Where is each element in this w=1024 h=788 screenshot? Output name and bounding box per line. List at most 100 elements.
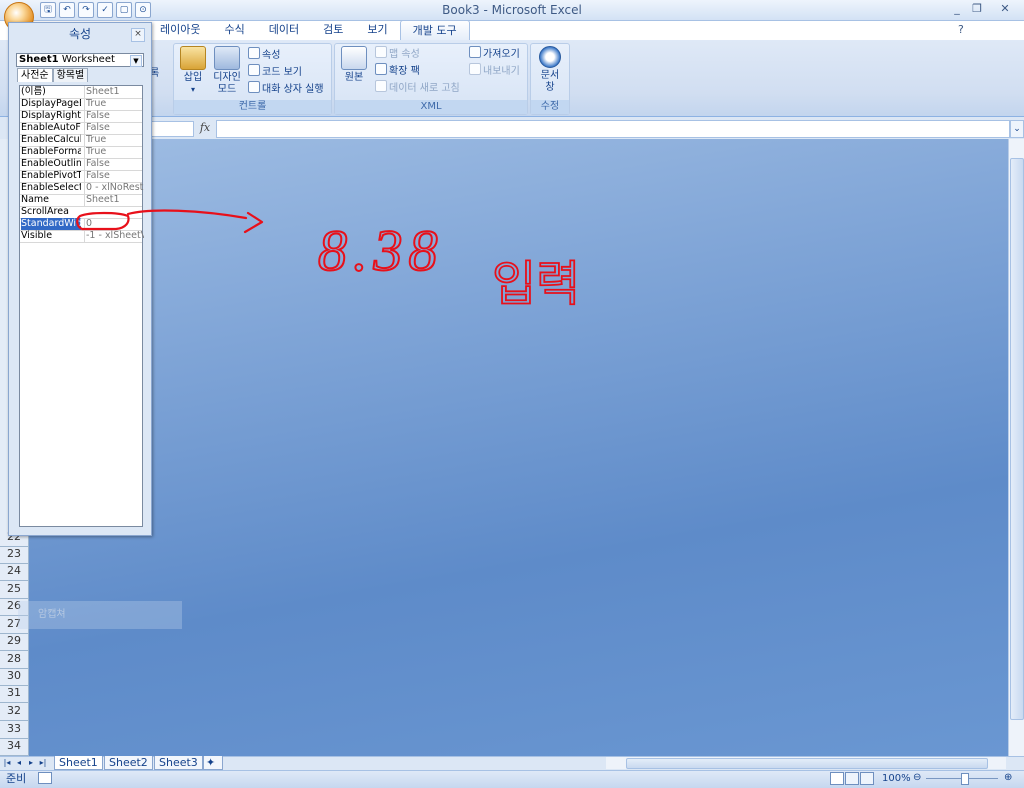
row-header[interactable]: 24 <box>0 562 28 581</box>
expansion-packs-label: 확장 팩 <box>389 66 420 77</box>
refresh-data-button[interactable]: 데이터 새로 고침 <box>375 80 460 95</box>
refresh-data-icon <box>375 80 387 92</box>
zoom-out-icon[interactable]: ⊖ <box>913 772 921 783</box>
minimize-button[interactable]: _ <box>946 1 968 17</box>
document-panel-button[interactable]: 문서 창 <box>533 46 567 94</box>
xml-source-button[interactable]: 원본 <box>337 46 371 84</box>
chevron-down-icon[interactable]: ▼ <box>130 55 142 67</box>
property-value[interactable]: False <box>84 170 144 182</box>
map-properties-label: 맵 속성 <box>389 49 420 60</box>
tab-page-layout[interactable]: 레이아웃 <box>148 20 212 40</box>
properties-tabs: 사전순 항목별 <box>17 68 89 82</box>
run-dialog-label: 대화 상자 실행 <box>262 84 324 95</box>
object-selector[interactable]: Sheet1 Worksheet ▼ <box>16 53 144 67</box>
insert-function-button[interactable]: fx <box>196 120 214 136</box>
property-name: EnableSelection <box>21 182 81 193</box>
document-panel-label-2: 창 <box>545 82 555 93</box>
zoom-in-icon[interactable]: ⊕ <box>1004 772 1012 783</box>
map-properties-icon <box>375 46 387 58</box>
view-code-icon <box>248 64 260 76</box>
close-button[interactable]: ✕ <box>994 1 1016 17</box>
row-header[interactable]: 29 <box>0 632 28 651</box>
map-properties-button[interactable]: 맵 속성 <box>375 46 420 61</box>
ribbon-tabs: 레이아웃 수식 데이터 검토 보기 개발 도구 <box>148 20 470 41</box>
row-header[interactable]: 34 <box>0 737 28 756</box>
next-sheet-icon[interactable]: ▸ <box>26 757 36 769</box>
view-code-button[interactable]: 코드 보기 <box>248 64 302 79</box>
property-value[interactable]: -1 - xlSheetVisible <box>84 230 144 242</box>
toolbox-icon <box>180 46 206 70</box>
import-label: 가져오기 <box>483 49 520 60</box>
zoom-level[interactable]: 100% <box>882 771 911 786</box>
property-name: DisplayPageBreaks <box>21 98 81 109</box>
property-name: EnablePivotTable <box>21 170 81 181</box>
tab-view[interactable]: 보기 <box>355 20 399 40</box>
object-type: Worksheet <box>61 54 115 65</box>
normal-view-icon[interactable] <box>830 772 844 785</box>
page-break-view-icon[interactable] <box>860 772 874 785</box>
property-name: EnableFormatConditionsCalculation <box>21 146 81 157</box>
row-header[interactable]: 32 <box>0 702 28 721</box>
restore-button[interactable]: ❐ <box>966 1 988 17</box>
last-sheet-icon[interactable]: ▸| <box>38 757 48 769</box>
view-code-label: 코드 보기 <box>262 67 302 78</box>
property-value[interactable]: False <box>84 158 144 170</box>
design-mode-button[interactable]: 디자인 모드 <box>210 46 244 96</box>
object-name: Sheet1 <box>19 54 59 65</box>
property-value[interactable]: 0 <box>84 218 144 230</box>
page-layout-view-icon[interactable] <box>845 772 859 785</box>
property-name: EnableOutlining <box>21 158 81 169</box>
tab-categorized[interactable]: 항목별 <box>52 68 89 82</box>
tab-developer[interactable]: 개발 도구 <box>399 20 470 41</box>
tab-formulas[interactable]: 수식 <box>212 20 256 40</box>
export-label: 내보내기 <box>483 66 520 77</box>
export-button[interactable]: 내보내기 <box>469 63 520 78</box>
property-name: EnableAutoFilter <box>21 122 81 133</box>
tab-data[interactable]: 데이터 <box>257 20 311 40</box>
horizontal-scroll-thumb[interactable] <box>626 758 988 769</box>
property-value[interactable]: Sheet1 <box>84 194 144 206</box>
row-header[interactable]: 31 <box>0 684 28 703</box>
prev-sheet-icon[interactable]: ◂ <box>14 757 24 769</box>
expansion-packs-icon <box>375 63 387 75</box>
run-dialog-button[interactable]: 대화 상자 실행 <box>248 81 324 96</box>
tab-review[interactable]: 검토 <box>311 20 355 40</box>
tab-alphabetic[interactable]: 사전순 <box>17 68 53 82</box>
property-row[interactable]: Visible -1 - xlSheetVisible <box>20 230 144 243</box>
property-name: DisplayRightToLeft <box>21 110 81 121</box>
property-value[interactable]: True <box>84 146 144 158</box>
property-value[interactable]: True <box>84 134 144 146</box>
group-modify: 문서 창 수정 <box>530 43 570 115</box>
properties-button[interactable]: 속성 <box>248 47 280 62</box>
sheet-tab-sheet1[interactable]: Sheet1 <box>54 756 103 770</box>
group-xml: 원본 맵 속성 확장 팩 데이터 새로 고침 가져오기 내보내기 XML <box>334 43 528 115</box>
sheet-tab-sheet2[interactable]: Sheet2 <box>104 756 153 770</box>
properties-icon <box>248 47 260 59</box>
group-label-xml: XML <box>335 100 527 114</box>
sheet-tab-sheet3[interactable]: Sheet3 <box>154 756 203 770</box>
property-name: EnableCalculation <box>21 134 81 145</box>
property-value[interactable]: True <box>84 98 144 110</box>
property-value[interactable]: False <box>84 110 144 122</box>
property-value[interactable]: Sheet1 <box>84 86 144 98</box>
insert-control-button[interactable]: 삽입 ▾ <box>176 46 210 96</box>
zoom-slider-thumb[interactable] <box>961 773 969 785</box>
expansion-packs-button[interactable]: 확장 팩 <box>375 63 420 78</box>
insert-sheet-icon[interactable]: ✦ <box>203 756 223 770</box>
formula-input[interactable] <box>216 120 1010 138</box>
expand-formula-bar-icon[interactable]: ⌄ <box>1010 120 1024 138</box>
properties-close-button[interactable]: × <box>131 28 145 42</box>
name-box[interactable] <box>150 121 194 137</box>
first-sheet-icon[interactable]: |◂ <box>2 757 12 769</box>
help-icon[interactable]: ? <box>958 23 964 36</box>
minimized-window[interactable]: 암캡쳐 <box>18 601 182 629</box>
import-button[interactable]: 가져오기 <box>469 46 520 61</box>
macro-record-icon[interactable] <box>38 772 52 784</box>
property-value[interactable]: False <box>84 122 144 134</box>
property-value[interactable]: 0 - xlNoRestrictions <box>84 182 144 194</box>
refresh-data-label: 데이터 새로 고침 <box>389 83 460 94</box>
vertical-scroll-thumb[interactable] <box>1010 158 1024 720</box>
property-name: (이름) <box>21 86 46 97</box>
design-mode-icon <box>214 46 240 70</box>
property-name: Name <box>21 194 50 205</box>
